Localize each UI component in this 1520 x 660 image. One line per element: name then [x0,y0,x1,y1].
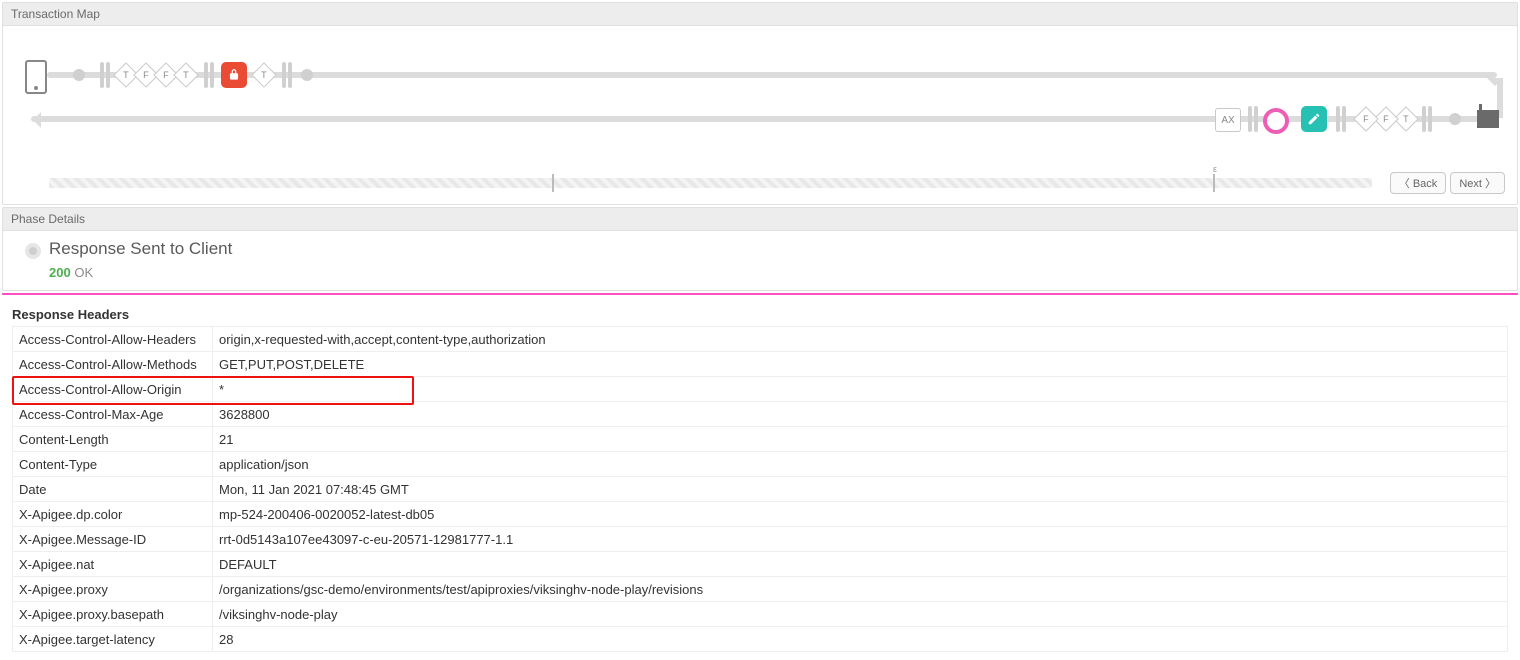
response-headers-table: Access-Control-Allow-Headersorigin,x-req… [12,326,1508,652]
flow-divider [1247,106,1259,132]
header-value: mp-524-200406-0020052-latest-db05 [213,502,1508,527]
header-value: 21 [213,427,1508,452]
header-value: /viksinghv-node-play [213,602,1508,627]
header-key: Date [13,477,213,502]
response-policy-group: TFF [1357,110,1415,128]
policy-condition-icon[interactable]: T [173,62,198,87]
header-value: GET,PUT,POST,DELETE [213,352,1508,377]
flow-divider [99,62,111,88]
phase-details-panel: Phase Details Response Sent to Client 20… [2,207,1518,291]
header-key: Access-Control-Allow-Origin [13,377,213,402]
policy-condition-icon[interactable]: T [251,62,276,87]
back-button[interactable]: 〈 Back [1390,172,1447,194]
phase-details-title: Phase Details [3,208,1517,231]
header-key: X-Apigee.target-latency [13,627,213,652]
header-value: /organizations/gsc-demo/environments/tes… [213,577,1508,602]
policy-condition-icon[interactable]: F [1353,106,1378,131]
latency-timeline[interactable]: ε [49,178,1372,188]
status-text: OK [74,265,93,280]
flow-dot[interactable] [1449,113,1461,125]
flow-arrow-down-icon [1487,78,1503,94]
table-row: X-Apigee.target-latency28 [13,627,1508,652]
flow-divider [203,62,215,88]
table-row: Access-Control-Allow-Headersorigin,x-req… [13,327,1508,352]
header-key: Content-Length [13,427,213,452]
table-row: X-Apigee.natDEFAULT [13,552,1508,577]
flow-dot[interactable] [73,69,85,81]
header-value: 28 [213,627,1508,652]
phase-details-body: Response Sent to Client 200 OK [3,231,1517,290]
status-code: 200 [49,265,71,280]
table-row: X-Apigee.proxy/organizations/gsc-demo/en… [13,577,1508,602]
header-key: Access-Control-Allow-Headers [13,327,213,352]
assign-message-policy-icon[interactable] [1301,106,1327,132]
header-value: rrt-0d5143a107ee43097-c-eu-20571-1298177… [213,527,1508,552]
timeline-row: ε 〈 Back Next 〉 [3,166,1517,204]
table-row: X-Apigee.Message-IDrrt-0d5143a107ee43097… [13,527,1508,552]
next-button[interactable]: Next 〉 [1450,172,1505,194]
table-row: X-Apigee.dp.colormp-524-200406-0020052-l… [13,502,1508,527]
request-post-policy-group: T [255,66,273,84]
table-row: Content-Length21 [13,427,1508,452]
transaction-map-panel: Transaction Map TFFT T TFF AX [2,2,1518,205]
header-key: X-Apigee.dp.color [13,502,213,527]
flow-divider [1335,106,1347,132]
header-value: Mon, 11 Jan 2021 07:48:45 GMT [213,477,1508,502]
response-headers-title: Response Headers [12,307,1508,322]
flow-divider [281,62,293,88]
analytics-step[interactable]: AX [1215,108,1241,132]
flow-arrow-left-icon [25,112,41,128]
header-key: X-Apigee.proxy [13,577,213,602]
table-row: Access-Control-Max-Age3628800 [13,402,1508,427]
header-key: X-Apigee.nat [13,552,213,577]
table-row: Content-Typeapplication/json [13,452,1508,477]
table-row: X-Apigee.proxy.basepath/viksinghv-node-p… [13,602,1508,627]
response-headers-section: Response Headers Access-Control-Allow-He… [0,295,1520,660]
header-key: X-Apigee.proxy.basepath [13,602,213,627]
table-row: Access-Control-Allow-MethodsGET,PUT,POST… [13,352,1508,377]
header-value: origin,x-requested-with,accept,content-t… [213,327,1508,352]
table-row: DateMon, 11 Jan 2021 07:48:45 GMT [13,477,1508,502]
header-value: 3628800 [213,402,1508,427]
header-key: Access-Control-Allow-Methods [13,352,213,377]
target-icon[interactable] [1477,110,1499,128]
transaction-map-title: Transaction Map [3,3,1517,26]
security-policy-icon[interactable] [221,62,247,88]
table-row: Access-Control-Allow-Origin* [13,377,1508,402]
header-key: Access-Control-Max-Age [13,402,213,427]
client-icon[interactable] [25,60,47,94]
flow-dot[interactable] [301,69,313,81]
header-value: DEFAULT [213,552,1508,577]
phase-status: 200 OK [49,265,1505,280]
phase-step-icon [25,243,41,259]
selected-step-icon[interactable] [1263,108,1289,134]
header-value: * [213,377,1508,402]
phase-name: Response Sent to Client [49,239,1505,259]
header-value: application/json [213,452,1508,477]
epsilon-label: ε [1213,164,1217,174]
header-key: X-Apigee.Message-ID [13,527,213,552]
request-policy-group: TFFT [117,66,195,84]
transaction-map-body: TFFT T TFF AX [3,26,1517,166]
flow-divider [1421,106,1433,132]
header-key: Content-Type [13,452,213,477]
